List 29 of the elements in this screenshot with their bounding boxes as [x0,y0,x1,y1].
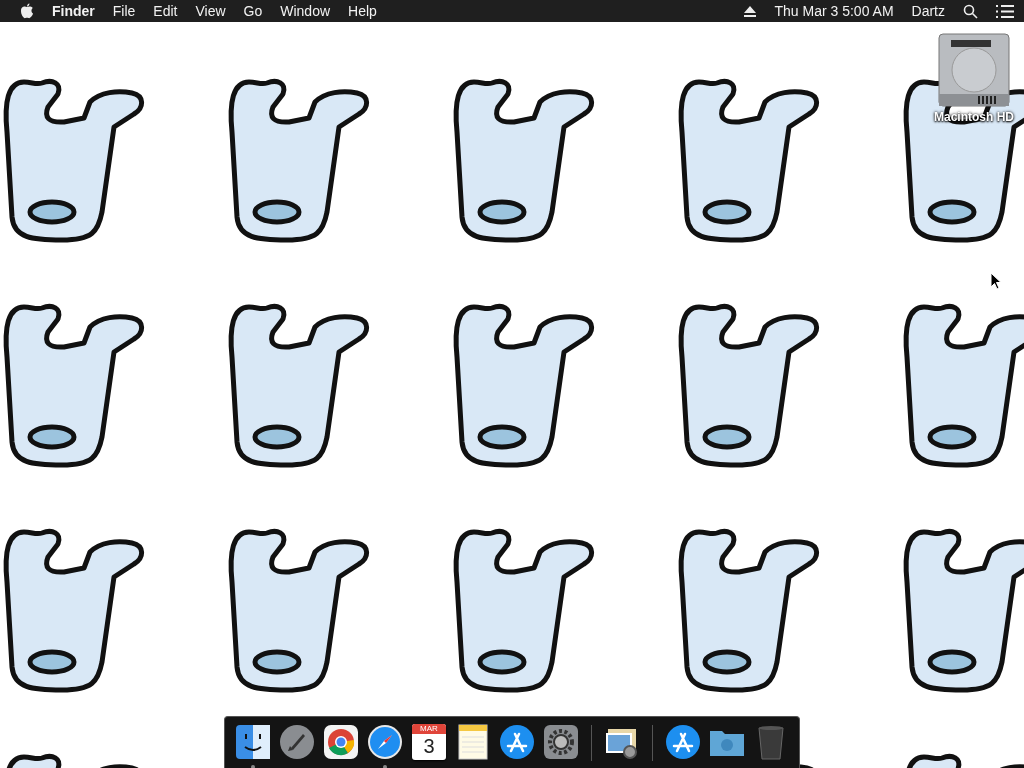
dock-app-button[interactable] [365,722,405,762]
apple-logo-icon[interactable] [20,3,34,19]
app-store-icon [497,722,537,762]
finder-face-icon [233,722,273,762]
app-store-icon [663,722,703,762]
hard-drive-icon[interactable] [937,32,1011,108]
dock-app-button[interactable]: MAR 3 [409,722,449,762]
list-icon[interactable] [996,4,1014,18]
dock-app-button[interactable] [321,722,361,762]
menu-clock[interactable]: Thu Mar 3 5:00 AM [774,3,894,19]
menu-app-name[interactable]: Finder [52,3,95,19]
menu-item[interactable]: Help [348,3,377,19]
compass-icon [365,722,405,762]
menu-item[interactable]: File [112,3,136,19]
eject-icon[interactable] [744,5,757,17]
menu-item[interactable]: View [195,3,226,19]
menu-user-name[interactable]: Dartz [911,3,945,19]
dock-app-button[interactable] [233,722,273,762]
calendar-day: 3 [423,734,435,758]
gear-icon [541,722,581,762]
menu-item[interactable]: Go [243,3,263,19]
menu-item[interactable]: Window [280,3,331,19]
dock-app-button[interactable] [541,722,581,762]
dock-app-button[interactable] [663,722,703,762]
menu-item[interactable]: Edit [153,3,178,19]
calendar-month: MAR [412,724,446,734]
mouse-pointer-icon [990,272,1002,290]
dock-app-button[interactable] [497,722,537,762]
search-icon[interactable] [963,3,978,19]
